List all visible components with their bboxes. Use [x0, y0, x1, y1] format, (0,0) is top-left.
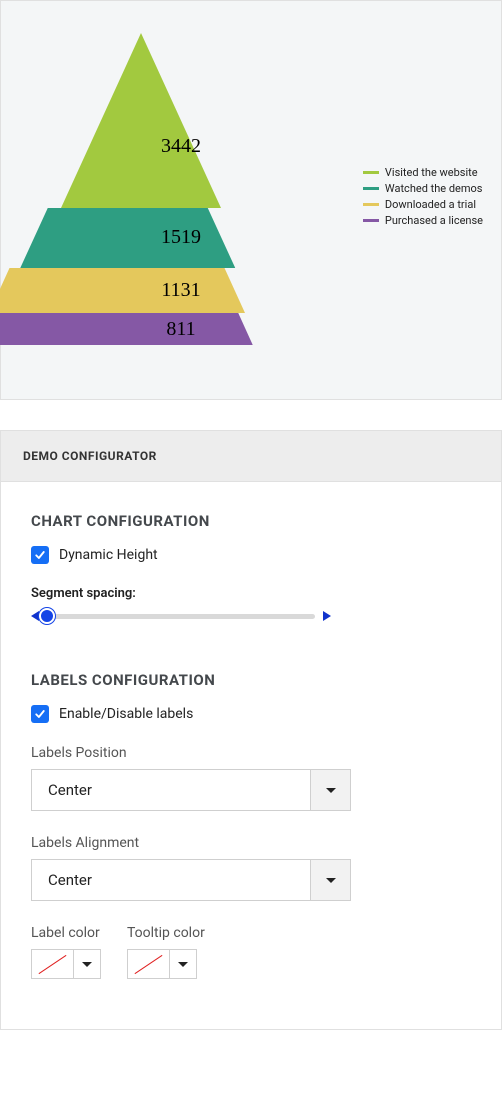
tooltip-color-swatch — [128, 950, 170, 978]
funnel-value-4: 811 — [166, 318, 195, 341]
slider-thumb[interactable] — [39, 608, 55, 624]
labels-alignment-value: Center — [32, 860, 310, 900]
funnel-segment-1[interactable]: 3442 — [141, 33, 221, 208]
legend-item-3[interactable]: Downloaded a trial — [363, 198, 483, 211]
enable-labels-label: Enable/Disable labels — [59, 706, 193, 722]
segment-spacing-label: Segment spacing: — [31, 586, 471, 601]
label-color-field: Label color — [31, 925, 101, 979]
labels-position-value: Center — [32, 770, 310, 810]
config-header: DEMO CONFIGURATOR — [1, 431, 501, 482]
funnel-segment-2[interactable]: 1519 — [127, 208, 235, 268]
legend-label-3: Downloaded a trial — [385, 198, 476, 211]
funnel-value-2: 1519 — [161, 226, 201, 249]
tooltip-color-label: Tooltip color — [127, 925, 205, 941]
chevron-down-icon — [326, 878, 336, 883]
label-color-dropdown-button[interactable] — [74, 950, 100, 978]
config-body: CHART CONFIGURATION Dynamic Height Segme… — [1, 482, 501, 1029]
labels-position-label: Labels Position — [31, 745, 471, 761]
legend-item-4[interactable]: Purchased a license — [363, 214, 483, 227]
chevron-down-icon — [326, 788, 336, 793]
legend-swatch-4 — [363, 219, 379, 222]
segment-spacing-slider — [31, 611, 331, 621]
labels-config-heading: LABELS CONFIGURATION — [31, 671, 471, 689]
tooltip-color-dropdown-button[interactable] — [170, 950, 196, 978]
dynamic-height-label: Dynamic Height — [59, 547, 158, 563]
chart-panel: 3442 1519 1131 811 Visited the website — [0, 0, 502, 400]
slider-track[interactable] — [47, 614, 315, 619]
funnel-segment-4[interactable]: 811 — [110, 313, 253, 345]
labels-position-dropdown-button[interactable] — [310, 770, 350, 810]
enable-labels-row: Enable/Disable labels — [31, 705, 471, 723]
legend-label-2: Watched the demos — [385, 182, 483, 195]
labels-alignment-select[interactable]: Center — [31, 859, 351, 901]
dynamic-height-checkbox[interactable] — [31, 546, 49, 564]
slider-increase-icon[interactable] — [323, 611, 331, 621]
legend-label-1: Visited the website — [385, 166, 478, 179]
legend-label-4: Purchased a license — [385, 214, 483, 227]
legend-item-1[interactable]: Visited the website — [363, 166, 483, 179]
labels-alignment-dropdown-button[interactable] — [310, 860, 350, 900]
enable-labels-checkbox[interactable] — [31, 705, 49, 723]
labels-alignment-label: Labels Alignment — [31, 835, 471, 851]
dynamic-height-row: Dynamic Height — [31, 546, 471, 564]
legend-swatch-2 — [363, 187, 379, 190]
chart-legend: Visited the website Watched the demos Do… — [363, 166, 483, 230]
config-panel: DEMO CONFIGURATOR CHART CONFIGURATION Dy… — [0, 430, 502, 1030]
tooltip-color-field: Tooltip color — [127, 925, 205, 979]
color-pickers-row: Label color Tooltip color — [31, 925, 471, 979]
label-color-picker[interactable] — [31, 949, 101, 979]
legend-swatch-1 — [363, 171, 379, 174]
checkmark-icon — [34, 708, 46, 720]
funnel-segment-3[interactable]: 1131 — [117, 268, 245, 313]
funnel-value-1: 3442 — [161, 135, 201, 158]
chart-config-heading: CHART CONFIGURATION — [31, 512, 471, 530]
funnel-value-3: 1131 — [161, 279, 200, 302]
slider-decrease-icon[interactable] — [31, 611, 39, 621]
legend-item-2[interactable]: Watched the demos — [363, 182, 483, 195]
chevron-down-icon — [178, 962, 188, 967]
tooltip-color-picker[interactable] — [127, 949, 197, 979]
legend-swatch-3 — [363, 203, 379, 206]
label-color-label: Label color — [31, 925, 101, 941]
chevron-down-icon — [82, 962, 92, 967]
labels-position-select[interactable]: Center — [31, 769, 351, 811]
funnel-chart: 3442 1519 1131 811 — [51, 33, 311, 353]
checkmark-icon — [34, 549, 46, 561]
label-color-swatch — [32, 950, 74, 978]
